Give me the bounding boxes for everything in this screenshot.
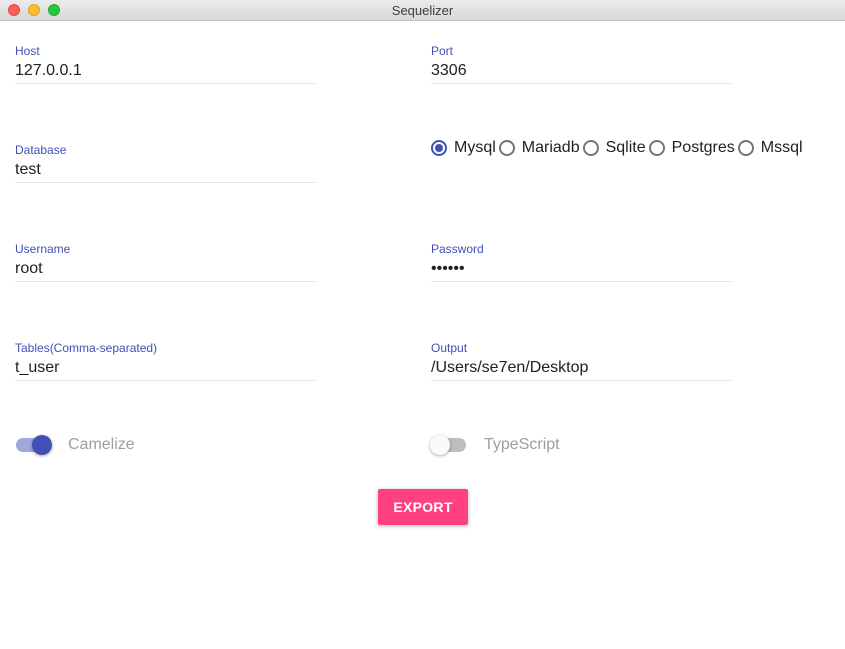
host-label: Host — [15, 44, 40, 58]
window-title: Sequelizer — [391, 3, 454, 18]
toggle-thumb — [32, 435, 52, 455]
radio-option-mssql[interactable]: Mssql — [737, 139, 803, 157]
radio-unchecked-icon — [498, 140, 515, 156]
dialect-radio-group: Mysql Mariadb Sqlite Postgres Mssql — [431, 138, 806, 158]
toggle-track — [430, 435, 466, 455]
typescript-toggle[interactable]: TypeScript — [430, 435, 560, 455]
host-input[interactable] — [15, 58, 315, 84]
radio-option-sqlite[interactable]: Sqlite — [582, 139, 646, 157]
username-field: Username — [15, 242, 315, 282]
radio-label-postgres: Postgres — [671, 139, 735, 156]
tables-field: Tables(Comma-separated) — [15, 341, 315, 381]
typescript-label: TypeScript — [484, 436, 560, 453]
radio-checked-icon — [431, 140, 447, 156]
database-field: Database — [15, 143, 315, 183]
username-label: Username — [15, 242, 71, 256]
port-field: Port — [431, 44, 731, 84]
window-titlebar: Sequelizer — [0, 0, 845, 21]
password-label: Password — [431, 242, 484, 256]
toggle-thumb — [430, 435, 450, 455]
radio-option-mariadb[interactable]: Mariadb — [498, 139, 580, 157]
output-field: Output — [431, 341, 731, 381]
port-label: Port — [431, 44, 454, 58]
camelize-label: Camelize — [68, 436, 135, 453]
output-label: Output — [431, 341, 468, 355]
database-label: Database — [15, 143, 67, 157]
database-input[interactable] — [15, 157, 315, 183]
radio-option-postgres[interactable]: Postgres — [648, 139, 735, 157]
radio-label-mysql: Mysql — [454, 139, 496, 156]
radio-option-mysql[interactable]: Mysql — [431, 139, 496, 157]
port-input[interactable] — [431, 58, 731, 84]
radio-label-mariadb: Mariadb — [521, 139, 580, 156]
output-input[interactable] — [431, 355, 731, 381]
password-input[interactable] — [431, 256, 731, 282]
export-button[interactable]: EXPORT — [378, 489, 468, 525]
radio-unchecked-icon — [582, 140, 599, 156]
toggle-track — [16, 435, 52, 455]
radio-unchecked-icon — [737, 140, 754, 156]
radio-label-sqlite: Sqlite — [605, 139, 646, 156]
tables-label: Tables(Comma-separated) — [15, 341, 158, 355]
password-field: Password — [431, 242, 731, 282]
tables-input[interactable] — [15, 355, 315, 381]
radio-unchecked-icon — [648, 140, 665, 156]
username-input[interactable] — [15, 256, 315, 282]
camelize-toggle[interactable]: Camelize — [16, 435, 135, 455]
radio-label-mssql: Mssql — [760, 139, 803, 156]
host-field: Host — [15, 44, 315, 84]
